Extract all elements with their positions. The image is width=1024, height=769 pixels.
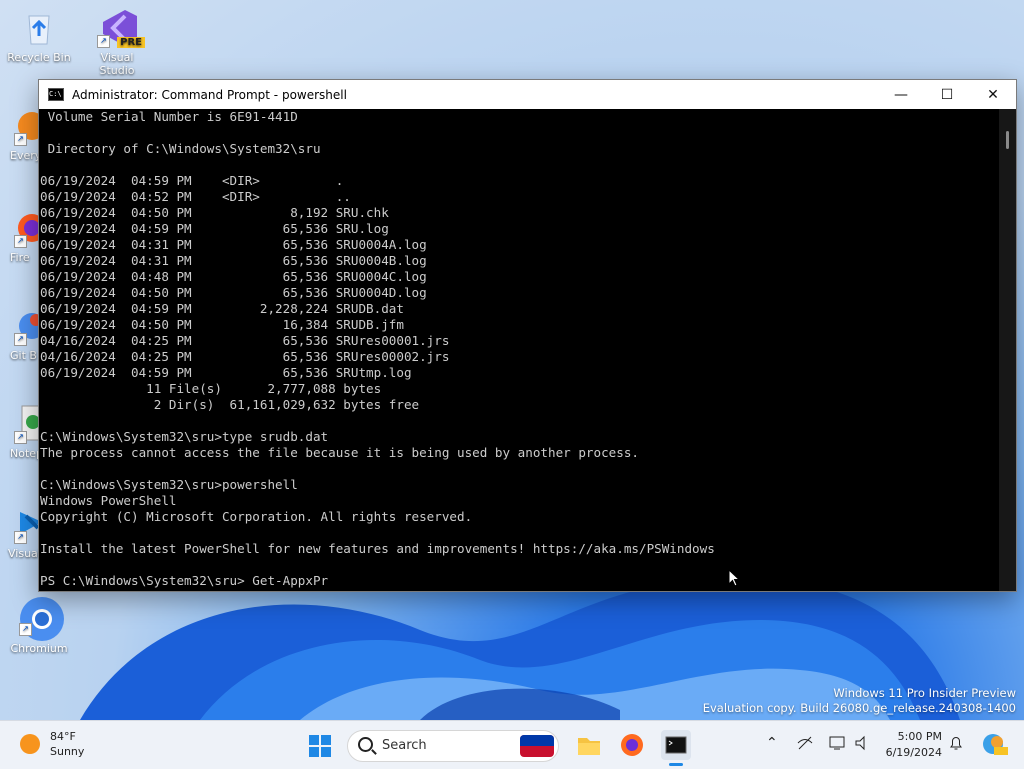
desktop-icon-label: Chromium — [10, 642, 68, 655]
weather-temp: 84°F — [50, 730, 76, 743]
sun-icon — [20, 734, 40, 754]
clock-date: 6/19/2024 — [885, 746, 942, 759]
window-title: Administrator: Command Prompt - powershe… — [72, 87, 347, 102]
windows-logo-tile — [309, 747, 319, 757]
console-line: PS C:\Windows\System32\sru> Get-AppxPr — [40, 573, 329, 588]
console-line: 06/19/2024 04:59 PM 65,536 SRUtmp.log — [40, 365, 412, 380]
visual-studio-icon: PRE ↗ — [97, 8, 145, 48]
console-line: 06/19/2024 04:31 PM 65,536 SRU0004B.log — [40, 253, 427, 268]
console-line: Directory of C:\Windows\System32\sru — [40, 141, 321, 156]
search-highlight-icon[interactable] — [520, 735, 554, 757]
search-placeholder: Search — [382, 738, 427, 753]
shortcut-arrow-icon: ↗ — [97, 35, 110, 48]
console-line: 06/19/2024 04:50 PM 16,384 SRUDB.jfm — [40, 317, 404, 332]
windows-logo-tile — [309, 735, 319, 745]
active-app-indicator — [669, 763, 683, 766]
shortcut-arrow-icon: ↗ — [14, 133, 27, 146]
windows-logo-tile — [321, 735, 331, 745]
console-line: Install the latest PowerShell for new fe… — [40, 541, 715, 556]
desktop-icon-label: Visual Studio — [99, 51, 135, 77]
scrollbar-thumb[interactable] — [1006, 131, 1009, 149]
console-line: 04/16/2024 04:25 PM 65,536 SRUres00001.j… — [40, 333, 450, 348]
file-explorer-taskbar-button[interactable] — [574, 730, 604, 760]
console-line: C:\Windows\System32\sru>type srudb.dat — [40, 429, 329, 444]
monitor-icon[interactable] — [828, 735, 846, 755]
console-line: 06/19/2024 04:52 PM <DIR> .. — [40, 189, 351, 204]
chromium-icon: ↗ — [19, 596, 64, 641]
weather-widget[interactable]: 84°F Sunny — [20, 729, 84, 759]
copilot-pre-icon[interactable] — [980, 730, 1010, 760]
search-icon — [358, 737, 373, 752]
volume-icon[interactable] — [854, 735, 872, 755]
command-prompt-icon: C:\ — [48, 88, 64, 101]
shortcut-arrow-icon: ↗ — [14, 235, 27, 248]
taskbar-search-box[interactable]: Search — [347, 730, 559, 762]
console-line: Volume Serial Number is 6E91-441D — [40, 109, 298, 124]
close-button[interactable]: ✕ — [970, 80, 1016, 109]
start-button[interactable] — [309, 735, 331, 757]
console-line: 06/19/2024 04:59 PM 2,228,224 SRUDB.dat — [40, 301, 404, 316]
console-line: The process cannot access the file becau… — [40, 445, 639, 460]
taskbar: 84°F Sunny Search ⌃ 5:00 PM 6/19/2024 — [0, 720, 1024, 769]
pre-badge: PRE — [117, 37, 145, 48]
console-line: C:\Windows\System32\sru>powershell — [40, 477, 298, 492]
mouse-cursor-icon — [728, 569, 740, 587]
show-hidden-icons-chevron-icon[interactable]: ⌃ — [766, 735, 778, 751]
console-line: 06/19/2024 04:50 PM 65,536 SRU0004D.log — [40, 285, 427, 300]
desktop-icon-recycle-bin[interactable]: Recycle Bin — [7, 8, 71, 64]
console-line: 06/19/2024 04:59 PM 65,536 SRU.log — [40, 221, 389, 236]
command-prompt-window[interactable]: C:\ Administrator: Command Prompt - powe… — [38, 79, 1017, 592]
console-line: Windows PowerShell — [40, 493, 177, 508]
console-line: 11 File(s) 2,777,088 bytes — [40, 381, 382, 396]
firefox-taskbar-button[interactable] — [617, 730, 647, 760]
shortcut-arrow-icon: ↗ — [19, 623, 32, 636]
minimize-button[interactable]: — — [878, 80, 924, 109]
console-line: 2 Dir(s) 61,161,029,632 bytes free — [40, 397, 420, 412]
maximize-button[interactable]: ☐ — [924, 80, 970, 109]
desktop-icon-label: Recycle Bin — [7, 51, 71, 64]
windows-logo-tile — [321, 747, 331, 757]
notification-bell-icon[interactable] — [948, 735, 964, 755]
console-line: 06/19/2024 04:48 PM 65,536 SRU0004C.log — [40, 269, 427, 284]
console-line: Copyright (C) Microsoft Corporation. All… — [40, 509, 473, 524]
desktop-icon-chromium[interactable]: ↗ Chromium — [7, 596, 71, 655]
console-line: 06/19/2024 04:50 PM 8,192 SRU.chk — [40, 205, 389, 220]
console-line: 04/16/2024 04:25 PM 65,536 SRUres00002.j… — [40, 349, 450, 364]
taskbar-clock[interactable]: 5:00 PM 6/19/2024 — [880, 729, 942, 761]
shortcut-arrow-icon: ↗ — [14, 333, 27, 346]
os-watermark-line2: Evaluation copy. Build 26080.ge_release.… — [702, 701, 1016, 715]
console-line: 06/19/2024 04:59 PM <DIR> . — [40, 173, 344, 188]
shortcut-arrow-icon: ↗ — [14, 531, 27, 544]
shortcut-arrow-icon: ↗ — [14, 431, 27, 444]
recycle-bin-icon — [19, 8, 59, 48]
window-titlebar[interactable]: C:\ Administrator: Command Prompt - powe… — [39, 80, 1016, 109]
clock-time: 5:00 PM — [897, 730, 942, 743]
console-output[interactable]: Volume Serial Number is 6E91-441D Direct… — [39, 109, 999, 591]
desktop-icon-visual-studio[interactable]: PRE ↗ Visual Studio — [85, 8, 149, 77]
weather-condition: Sunny — [50, 745, 85, 758]
os-watermark-line1: Windows 11 Pro Insider Preview — [833, 686, 1016, 700]
console-line: 06/19/2024 04:31 PM 65,536 SRU0004A.log — [40, 237, 427, 252]
command-prompt-taskbar-button[interactable] — [661, 730, 691, 766]
vertical-scrollbar[interactable] — [999, 109, 1016, 591]
network-disconnected-icon[interactable] — [796, 735, 814, 755]
